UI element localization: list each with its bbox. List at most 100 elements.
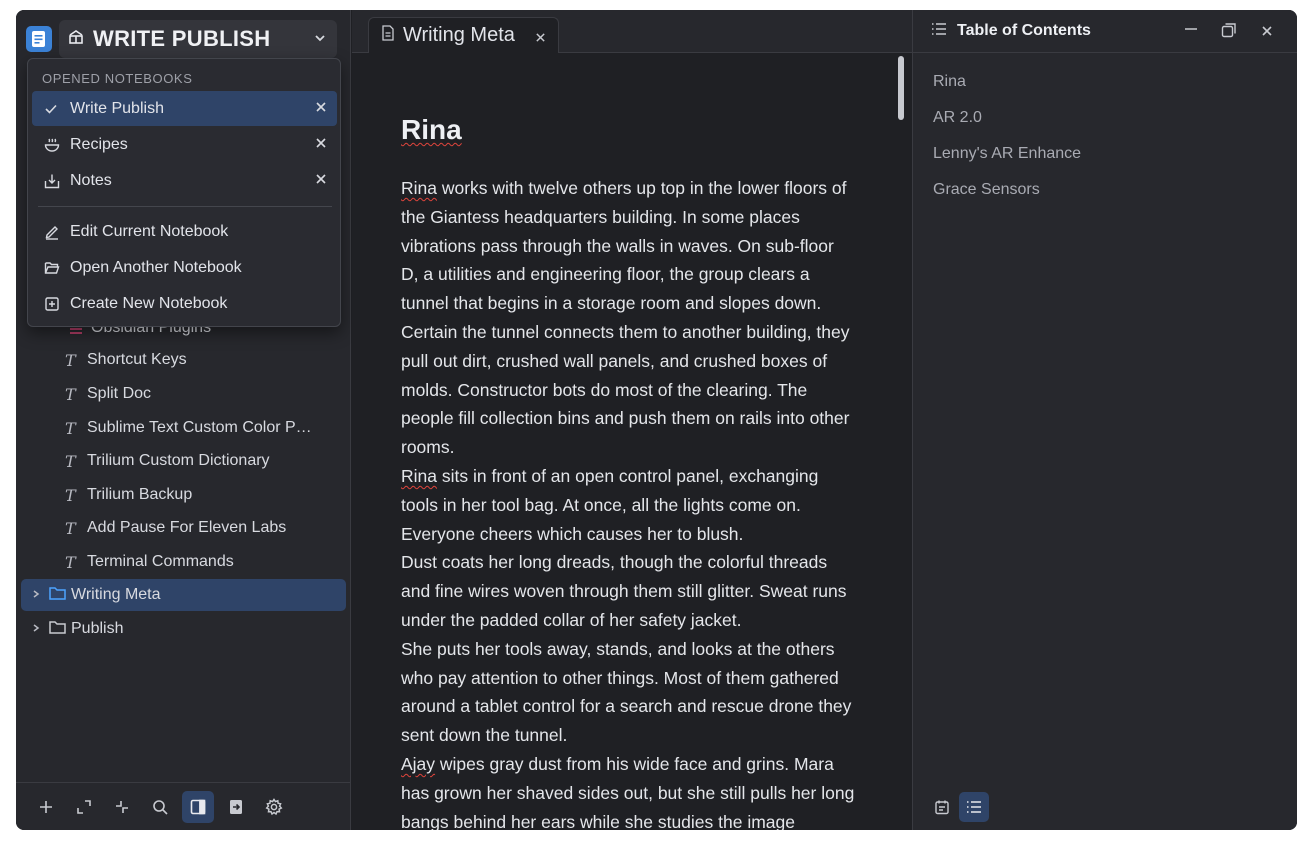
open-notebook-action[interactable]: Open Another Notebook — [32, 250, 337, 285]
document-icon — [381, 25, 395, 46]
dropdown-divider — [38, 206, 332, 207]
check-icon — [44, 102, 60, 116]
tree-item[interactable]: T Shortcut Keys — [21, 344, 346, 376]
tree-item-label: Add Pause For Eleven Labs — [87, 519, 287, 536]
tree-item-label: Writing Meta — [71, 586, 161, 603]
close-icon[interactable] — [315, 172, 327, 190]
notebook-item-write-publish[interactable]: Write Publish — [32, 91, 337, 126]
text-note-icon: T — [65, 350, 76, 370]
paragraph: She puts her tools away, stands, and loo… — [401, 638, 852, 746]
notebook-item-notes[interactable]: Notes — [32, 163, 337, 198]
edit-notebook-action[interactable]: Edit Current Notebook — [32, 214, 337, 249]
sidebar-toolbar — [16, 782, 351, 830]
notebook-item-label: Write Publish — [70, 99, 164, 117]
tree-item-label: Sublime Text Custom Color P… — [87, 419, 312, 436]
tree-folder-publish[interactable]: Publish — [21, 613, 346, 645]
tab-writing-meta[interactable]: Writing Meta — [368, 17, 559, 53]
minimize-icon[interactable] — [1184, 22, 1198, 41]
logout-button[interactable] — [220, 791, 252, 823]
inbox-download-icon — [44, 173, 60, 189]
toc-header: Table of Contents — [913, 10, 1297, 53]
toc-button[interactable] — [959, 792, 989, 822]
tree-item-label: Terminal Commands — [87, 553, 234, 570]
text-note-icon: T — [65, 485, 76, 505]
restore-icon[interactable] — [1221, 22, 1237, 43]
collapse-icon — [116, 800, 128, 813]
expand-all-button[interactable] — [68, 791, 100, 823]
right-panel-toolbar — [927, 792, 989, 822]
notebook-item-label: Notes — [70, 171, 112, 189]
text-note-icon: T — [65, 518, 76, 538]
close-icon[interactable] — [315, 136, 327, 154]
panel-icon — [190, 799, 206, 814]
action-label: Edit Current Notebook — [70, 222, 229, 240]
calendar-icon — [935, 800, 949, 815]
chevron-down-icon[interactable] — [313, 31, 327, 50]
notebook-item-recipes[interactable]: Recipes — [32, 127, 337, 162]
action-label: Open Another Notebook — [70, 258, 242, 276]
close-icon[interactable] — [315, 100, 327, 118]
chevron-right-icon[interactable] — [31, 622, 43, 636]
plus-icon — [40, 800, 52, 813]
paragraph: Dust coats her long dreads, though the c… — [401, 552, 847, 630]
close-icon[interactable] — [1261, 24, 1273, 42]
notebook-dropdown: OPENED NOTEBOOKS Write Publish Recipes N… — [27, 58, 341, 327]
paragraph: Rina sits in front of an open control pa… — [401, 465, 819, 544]
tab-bar: Writing Meta — [352, 10, 912, 53]
tree-item[interactable]: T Add Pause For Eleven Labs — [21, 512, 346, 544]
tree-item[interactable]: T Trilium Custom Dictionary — [21, 445, 346, 477]
action-label: Create New Notebook — [70, 294, 228, 312]
toggle-panel-button[interactable] — [182, 790, 214, 823]
search-button[interactable] — [144, 791, 176, 823]
plus-square-icon — [44, 296, 60, 312]
notebook-title: WRITE PUBLISH — [93, 26, 271, 51]
gear-icon — [265, 797, 283, 815]
text-note-icon: T — [65, 451, 76, 471]
close-icon[interactable] — [535, 30, 546, 48]
notebook-icon — [67, 28, 85, 51]
add-note-button[interactable] — [30, 791, 62, 823]
logout-icon — [230, 799, 242, 814]
notebook-item-label: Recipes — [70, 135, 128, 153]
text-note-icon: T — [65, 418, 76, 438]
cooking-pot-icon — [44, 137, 60, 153]
toc-item[interactable]: Grace Sensors — [933, 181, 1040, 199]
tree-item[interactable]: T Split Doc — [21, 378, 346, 410]
toc-item[interactable]: AR 2.0 — [933, 109, 982, 127]
tree-item-label: Trilium Custom Dictionary — [87, 452, 270, 469]
tree-item-label: Shortcut Keys — [87, 351, 187, 368]
sidebar: WRITE PUBLISH Obsidian Plugins T Shortcu… — [16, 10, 351, 830]
pencil-icon — [44, 224, 60, 240]
note-info-button[interactable] — [927, 792, 957, 822]
create-notebook-action[interactable]: Create New Notebook — [32, 286, 337, 321]
tree-item-label: Trilium Backup — [87, 486, 193, 503]
tab-title: Writing Meta — [403, 24, 515, 46]
tree-folder-writing-meta[interactable]: Writing Meta — [21, 579, 346, 611]
tree-item[interactable]: T Sublime Text Custom Color P… — [21, 412, 346, 444]
folder-icon — [49, 620, 67, 639]
right-panel: Table of Contents Rina AR 2.0 Lenny's AR… — [912, 10, 1297, 830]
collapse-all-button[interactable] — [106, 791, 138, 823]
dropdown-section-label: OPENED NOTEBOOKS — [42, 71, 193, 86]
tree-item[interactable]: T Trilium Backup — [21, 479, 346, 511]
app-logo-icon[interactable] — [26, 26, 52, 52]
chevron-right-icon[interactable] — [31, 588, 43, 602]
note-content[interactable]: Rina Rina works with twelve others up to… — [401, 114, 856, 830]
notebook-switcher[interactable]: WRITE PUBLISH — [59, 20, 337, 58]
toc-title: Table of Contents — [957, 22, 1091, 39]
expand-icon — [77, 799, 91, 814]
search-icon — [153, 799, 168, 815]
toc-item[interactable]: Lenny's AR Enhance — [933, 145, 1081, 163]
app-window: WRITE PUBLISH Obsidian Plugins T Shortcu… — [16, 10, 1297, 830]
toc-item[interactable]: Rina — [933, 73, 966, 91]
note-heading: Rina — [401, 114, 462, 145]
text-note-icon: T — [65, 552, 76, 572]
tree-item-label: Split Doc — [87, 385, 152, 402]
list-icon — [967, 801, 981, 813]
settings-button[interactable] — [258, 791, 290, 823]
text-note-icon: T — [65, 384, 76, 404]
tree-item[interactable]: T Terminal Commands — [21, 546, 346, 578]
paragraph: Rina works with twelve others up top in … — [401, 178, 850, 458]
editor-scrollbar[interactable] — [898, 56, 904, 120]
folder-icon — [49, 586, 67, 605]
